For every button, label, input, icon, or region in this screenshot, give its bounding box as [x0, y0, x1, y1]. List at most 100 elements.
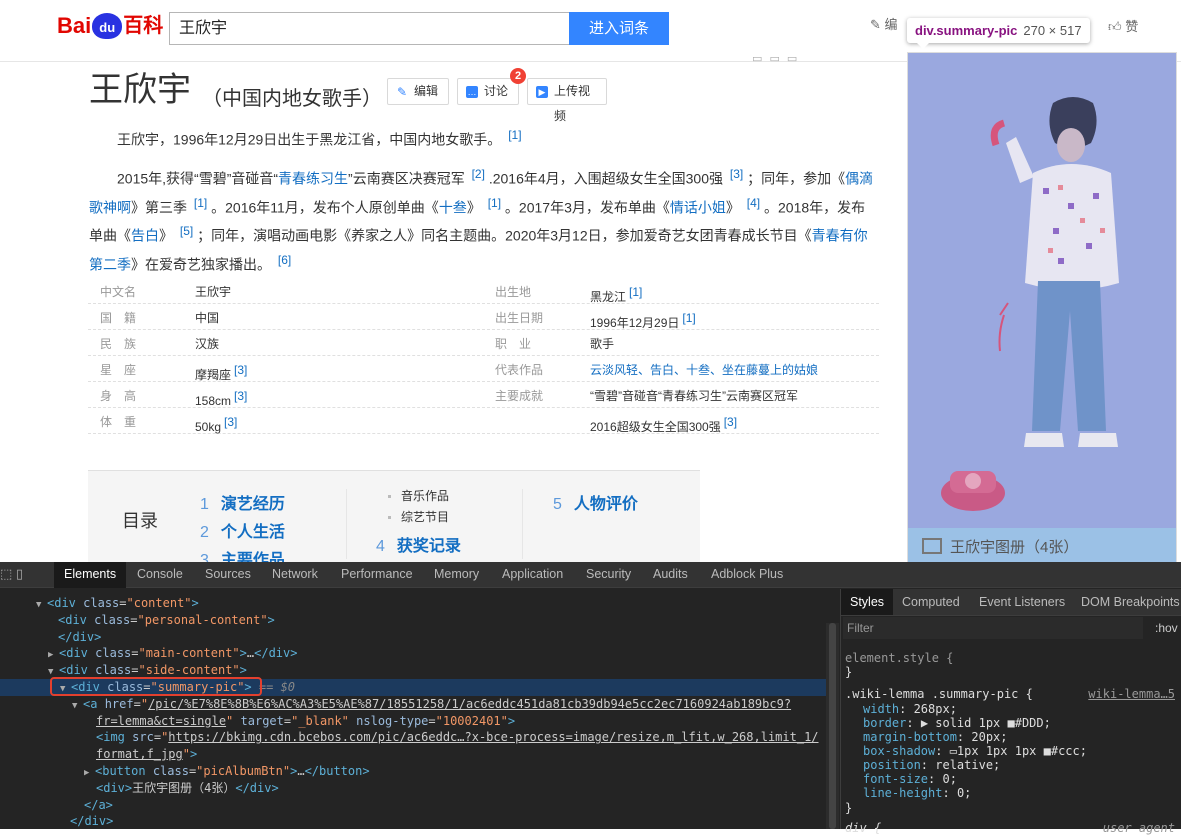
page-title: 王欣宇 — [89, 71, 191, 109]
reference-link[interactable]: [1] — [194, 196, 207, 210]
info-key: 体 重 — [100, 415, 137, 429]
dom-node[interactable]: format,f_jpg"> — [0, 746, 839, 763]
summary-pic[interactable]: 王欣宇图册（4张） — [907, 52, 1177, 569]
toc-item-awards[interactable]: 4 获奖记录 — [376, 532, 461, 556]
reference-link[interactable]: [1] — [682, 311, 695, 325]
reference-link[interactable]: [3] — [724, 415, 737, 429]
devtools-tab-sources[interactable]: Sources — [195, 562, 261, 588]
css-property[interactable]: font-size: 0; — [863, 772, 957, 786]
reference-link[interactable]: [2] — [472, 167, 485, 181]
dom-node[interactable]: fr=lemma&ct=single" target="_blank" nslo… — [0, 713, 839, 730]
styles-tab-dom-breakpoints[interactable]: DOM Breakpoints — [1072, 589, 1181, 615]
header-like-link[interactable]: 👍︎ 赞 — [1108, 16, 1138, 35]
devtools-tab-network[interactable]: Network — [262, 562, 328, 588]
entry-link[interactable]: 青春练习生 — [278, 171, 348, 187]
info-value: 歌手 — [590, 337, 615, 351]
enter-entry-button[interactable]: 进入词条 — [569, 12, 669, 45]
dom-node[interactable]: </a> — [0, 797, 839, 814]
paragraph-text: 》在爱奇艺独家播出。 — [131, 256, 275, 273]
dom-node[interactable]: </div> — [0, 813, 839, 829]
css-property[interactable]: margin-bottom: 20px; — [863, 730, 1008, 744]
dom-tree[interactable]: ▼ <div class="content"> <div class="person… — [0, 589, 839, 829]
entry-link[interactable]: 十叁 — [439, 199, 467, 215]
devtools-tab-console[interactable]: Console — [127, 562, 193, 588]
devtools-tab-elements[interactable]: Elements — [54, 562, 127, 588]
paragraph-text: 》 — [725, 199, 744, 216]
reference-link[interactable]: [1] — [488, 196, 501, 210]
dom-node[interactable]: ▼ <a href="/pic/%E7%8E%8B%E6%AC%A3%E5%AE%… — [0, 696, 839, 713]
info-key: 主要成就 — [495, 389, 544, 403]
reference-link[interactable]: [6] — [278, 253, 291, 267]
reference-link[interactable]: [4] — [747, 196, 760, 210]
reference-link[interactable]: [1] — [508, 128, 521, 142]
css-source-link[interactable]: wiki-lemma…5 — [1088, 687, 1175, 701]
css-property[interactable]: box-shadow: ▭1px 1px 1px ■#ccc; — [863, 744, 1087, 758]
toc-item-evaluation[interactable]: 5 人物评价 — [553, 490, 638, 514]
toc-item-career[interactable]: 1 演艺经历 — [200, 490, 285, 514]
info-value: 黑龙江 [1] — [590, 285, 643, 304]
devtools-tab-bar: ⬚ ▯ Elements Console Sources Network Perform… — [0, 562, 1181, 588]
reference-link[interactable]: [3] — [234, 363, 247, 377]
divider — [522, 489, 523, 559]
dom-scrollbar[interactable] — [826, 623, 839, 829]
styles-tab-event-listeners[interactable]: Event Listeners — [970, 589, 1074, 615]
devtools-tab-memory[interactable]: Memory — [424, 562, 489, 588]
reference-link[interactable]: [3] — [730, 167, 743, 181]
dom-node[interactable]: ▶ <button class="picAlbumBtn">…</button> — [0, 763, 839, 780]
devtools-tab-audits[interactable]: Audits — [643, 562, 698, 588]
css-property[interactable]: position: relative; — [863, 758, 1000, 772]
reference-link[interactable]: [5] — [180, 224, 193, 238]
entry-link[interactable]: 情话小姐 — [670, 199, 726, 215]
css-property[interactable]: width: 268px; — [863, 702, 957, 716]
info-row: 国 籍 中国 出生日期 1996年12月29日 [1] — [88, 304, 879, 330]
search-input[interactable]: 王欣宇 — [169, 12, 570, 45]
info-key: 中文名 — [100, 285, 137, 299]
edit-button[interactable]: ✎ 编辑 — [387, 78, 449, 105]
header-edit-link[interactable]: ✎ 编 — [870, 14, 898, 33]
paw-icon: du — [92, 13, 123, 39]
paragraph-text: ”云南赛区决赛冠军 — [348, 170, 469, 187]
summary-photo-area[interactable] — [908, 53, 1176, 528]
info-key: 星 座 — [100, 363, 137, 377]
info-value: “雪碧”音碰音“青春练习生”云南赛区冠军 — [590, 389, 798, 403]
inspect-icon[interactable]: ⬚ ▯ — [0, 566, 23, 582]
css-rule-selector[interactable]: .wiki-lemma .summary-pic { — [845, 687, 1033, 701]
ua-source-label: user agent — [1102, 821, 1175, 835]
hover-state-toggle[interactable]: :hov — [1155, 621, 1178, 635]
css-property[interactable]: line-height: 0; — [863, 786, 971, 800]
reference-link[interactable]: [3] — [224, 415, 237, 429]
baidu-baike-logo[interactable]: Bai du 百科 — [57, 11, 163, 41]
ua-rule-selector[interactable]: div { — [845, 821, 881, 835]
styles-tab-computed[interactable]: Computed — [893, 589, 969, 615]
dom-node[interactable]: ▶ <div class="main-content">…</div> — [0, 645, 839, 662]
devtools-tab-adblock-plus[interactable]: Adblock Plus — [701, 562, 793, 588]
dom-node[interactable]: <div>王欣宇图册（4张）</div> — [0, 780, 839, 797]
styles-filter-input[interactable]: Filter — [843, 617, 1143, 639]
devtools-tab-performance[interactable]: Performance — [331, 562, 423, 588]
toc-item-personal-life[interactable]: 2 个人生活 — [200, 518, 285, 542]
dom-node[interactable]: <div class="personal-content"> — [0, 612, 839, 629]
toc-sub-music[interactable]: 音乐作品 — [388, 487, 449, 504]
devtools-tab-security[interactable]: Security — [576, 562, 641, 588]
styles-tab-styles[interactable]: Styles — [841, 589, 894, 615]
discuss-button[interactable]: … 讨论 — [457, 78, 519, 105]
info-row: 星 座 摩羯座 [3] 代表作品 云淡风轻、告白、十叁、坐在藤蔓上的姑娘 — [88, 356, 879, 382]
reference-link[interactable]: [1] — [629, 285, 642, 299]
devtools-tab-application[interactable]: Application — [492, 562, 573, 588]
info-value[interactable]: 云淡风轻、告白、十叁、坐在藤蔓上的姑娘 — [590, 362, 818, 378]
dom-node[interactable]: ▼ <div class="content"> — [0, 595, 839, 612]
css-property[interactable]: border: ▶ solid 1px ■#DDD; — [863, 716, 1051, 730]
entry-link[interactable]: 告白 — [131, 228, 159, 244]
toc-sub-variety[interactable]: 综艺节目 — [388, 508, 449, 525]
upload-video-button[interactable]: ▶ 上传视频 — [527, 78, 607, 123]
info-row: 体 重 50kg [3] 2016超级女生全国300强 [3] — [88, 408, 879, 434]
pencil-icon: ✎ — [396, 85, 408, 99]
thumbs-up-icon: 👍︎ — [1108, 19, 1122, 34]
paragraph-text: ；同年，演唱动画电影《养家之人》同名主题曲。2020年3月12日，参加爱奇艺女团… — [193, 227, 812, 244]
dom-node[interactable]: <img src="https://bkimg.cdn.bcebos.com/p… — [0, 729, 839, 746]
lemma-summary-paragraph: 王欣宇，1996年12月29日出生于黑龙江省，中国内地女歌手。 [1] — [117, 128, 522, 148]
reference-link[interactable]: [3] — [234, 389, 247, 403]
info-key: 出生日期 — [495, 311, 544, 325]
element-style-rule[interactable]: element.style { — [845, 651, 953, 665]
dom-node[interactable]: </div> — [0, 629, 839, 646]
